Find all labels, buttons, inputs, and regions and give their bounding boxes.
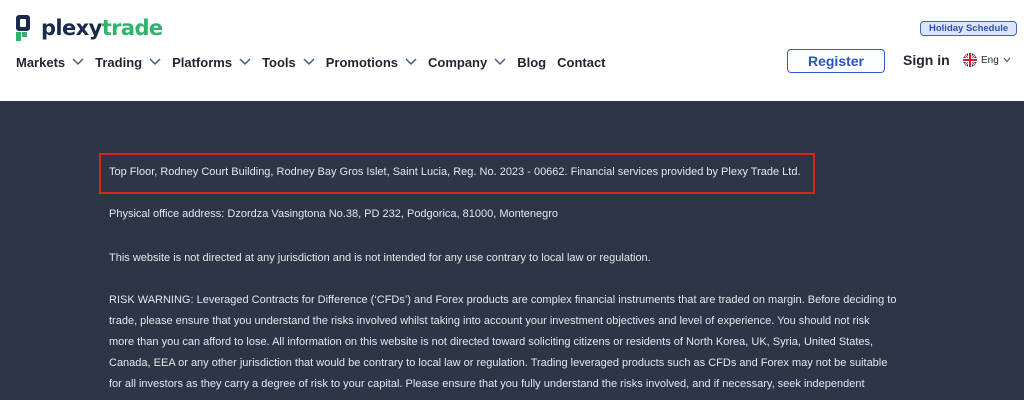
risk-warning-line: Canada, EEA or any other jurisdiction th… — [109, 357, 888, 369]
nav-item-promotions[interactable]: Promotions — [326, 55, 417, 70]
brand-logo[interactable]: plexytrade — [16, 14, 163, 42]
sign-in-link[interactable]: Sign in — [903, 52, 950, 68]
holiday-schedule-button[interactable]: Holiday Schedule — [920, 21, 1018, 36]
chevron-down-icon — [494, 58, 506, 66]
risk-warning-line: trade, please ensure that you understand… — [109, 315, 870, 327]
highlight-box — [99, 153, 815, 194]
nav-item-markets[interactable]: Markets — [16, 55, 84, 70]
nav-item-contact[interactable]: Contact — [557, 55, 605, 70]
risk-warning-line: RISK WARNING: Leveraged Contracts for Di… — [109, 294, 897, 306]
chevron-down-icon — [72, 58, 84, 66]
register-button[interactable]: Register — [787, 49, 885, 73]
office-address: Physical office address: Dzordza Vasingt… — [109, 208, 559, 220]
uk-flag-icon — [963, 53, 977, 67]
nav-item-blog[interactable]: Blog — [517, 55, 546, 70]
site-footer: Top Floor, Rodney Court Building, Rodney… — [0, 101, 1024, 400]
logo-icon — [16, 15, 30, 41]
brand-name: plexytrade — [41, 16, 163, 40]
nav-item-tools[interactable]: Tools — [262, 55, 315, 70]
main-nav: Markets Trading Platforms Tools Promotio… — [16, 53, 617, 71]
risk-warning-line: for all investors as they carry a degree… — [109, 378, 865, 390]
chevron-down-icon — [149, 58, 161, 66]
language-label: Eng — [981, 54, 999, 66]
site-header: plexytrade Holiday Schedule Markets Trad… — [0, 0, 1024, 101]
language-selector[interactable]: Eng — [963, 53, 1011, 67]
chevron-down-icon — [303, 58, 315, 66]
chevron-down-icon — [1003, 57, 1011, 63]
nav-item-company[interactable]: Company — [428, 55, 506, 70]
nav-item-trading[interactable]: Trading — [95, 55, 161, 70]
chevron-down-icon — [405, 58, 417, 66]
chevron-down-icon — [239, 58, 251, 66]
nav-item-platforms[interactable]: Platforms — [172, 55, 251, 70]
risk-warning: RISK WARNING: Leveraged Contracts for Di… — [109, 290, 929, 395]
risk-warning-line: more than you can afford to lose. All in… — [109, 336, 874, 348]
jurisdiction-notice: This website is not directed at any juri… — [109, 252, 651, 264]
